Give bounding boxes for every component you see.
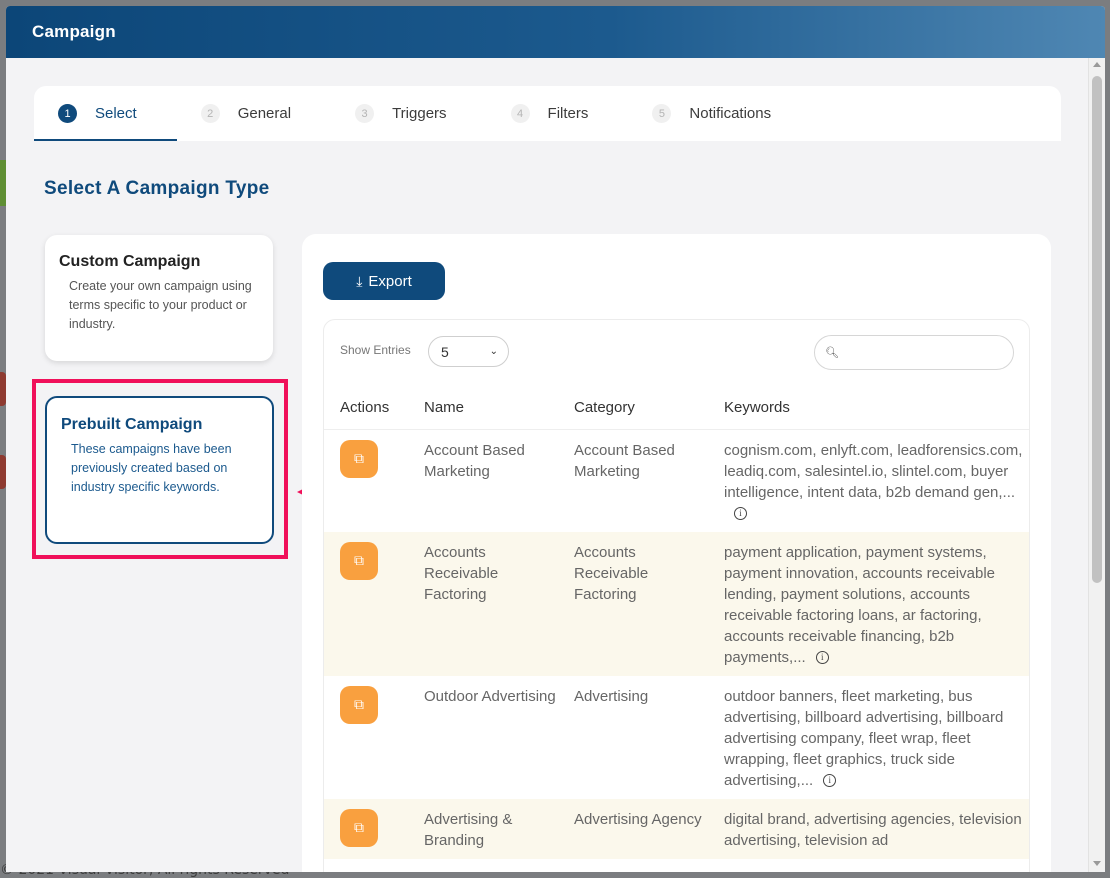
column-header-actions: Actions xyxy=(324,386,408,430)
search-box: 🔍︎ xyxy=(814,335,1014,370)
prebuilt-campaigns-panel: ⤓ Export Show Entries 5 ⌄ 🔍︎ Actions Nam… xyxy=(302,234,1051,872)
column-header-name: Name xyxy=(408,386,558,430)
row-keywords-cell: digital brand, advertising agencies, tel… xyxy=(708,798,1029,859)
step-number: 4 xyxy=(510,104,530,123)
copy-icon[interactable]: ⧉ xyxy=(340,685,378,724)
card-description: Create your own campaign using terms spe… xyxy=(69,279,252,331)
info-icon[interactable]: i xyxy=(815,650,829,664)
scroll-up-arrow-icon[interactable] xyxy=(1093,62,1101,67)
table-row: ⧉ Outdoor Advertising Advertising outdoo… xyxy=(324,676,1029,799)
copy-icon[interactable]: ⧉ xyxy=(340,541,378,580)
table-row: ⧉ Advertising & Branding Advertising Age… xyxy=(324,798,1029,859)
scrollbar-thumb[interactable] xyxy=(1092,76,1102,583)
annotation-highlight-box xyxy=(32,379,288,559)
step-number: 2 xyxy=(200,104,220,123)
row-category: Advertising Agency xyxy=(558,798,708,859)
step-label: General xyxy=(237,105,292,122)
campaigns-table: Actions Name Category Keywords ⧉ Account… xyxy=(324,386,1029,859)
show-entries-label: Show Entries xyxy=(340,343,411,357)
step-triggers[interactable]: 3 Triggers xyxy=(331,86,486,141)
row-keywords: digital brand, advertising agencies, tel… xyxy=(724,810,1022,849)
row-name: Outdoor Advertising xyxy=(424,687,556,705)
step-general[interactable]: 2 General xyxy=(177,86,331,141)
modal-header: Campaign xyxy=(6,6,1105,58)
step-label: Triggers xyxy=(392,105,447,122)
table-row: ⧉ Accounts Receivable Factoring Accounts… xyxy=(324,531,1029,676)
custom-campaign-card[interactable]: Custom Campaign Create your own campaign… xyxy=(45,235,273,361)
column-header-category: Category xyxy=(558,386,708,430)
copy-icon[interactable]: ⧉ xyxy=(340,439,378,478)
export-label: Export xyxy=(368,272,412,290)
step-label: Filters xyxy=(547,105,589,122)
chevron-down-icon: ⌄ xyxy=(489,346,498,357)
campaign-modal: Campaign 1 Select 2 General 3 Triggers 4… xyxy=(6,6,1105,872)
column-header-keywords: Keywords xyxy=(708,386,1029,430)
step-notifications[interactable]: 5 Notifications xyxy=(628,86,811,141)
campaigns-table-container: Show Entries 5 ⌄ 🔍︎ Actions Name Categor… xyxy=(323,319,1030,872)
row-keywords-cell: cognism.com, enlyft.com, leadforensics.c… xyxy=(708,429,1029,532)
row-name: Advertising & Branding xyxy=(408,798,558,859)
vertical-scrollbar[interactable] xyxy=(1088,58,1105,872)
export-button[interactable]: ⤓ Export xyxy=(323,262,445,300)
step-number: 5 xyxy=(652,104,672,123)
row-keywords: payment application, payment systems, pa… xyxy=(724,543,995,666)
row-keywords-cell: payment application, payment systems, pa… xyxy=(708,531,1029,676)
entries-select[interactable]: 5 ⌄ xyxy=(428,336,509,367)
step-tabs: 1 Select 2 General 3 Triggers 4 Filters … xyxy=(34,86,1061,141)
step-number: 3 xyxy=(355,104,375,123)
modal-title: Campaign xyxy=(32,22,116,41)
row-name: Accounts Receivable Factoring xyxy=(408,531,558,676)
row-category: Account Based Marketing xyxy=(574,441,675,480)
table-header-row: Actions Name Category Keywords xyxy=(324,386,1029,430)
download-icon: ⤓ xyxy=(356,272,363,289)
table-row: ⧉ Account Based Marketing Account Based … xyxy=(324,429,1029,532)
entries-value: 5 xyxy=(441,343,449,360)
step-filters[interactable]: 4 Filters xyxy=(487,86,629,141)
copy-icon[interactable]: ⧉ xyxy=(340,808,378,847)
info-icon[interactable]: i xyxy=(734,506,747,520)
row-name: Account Based Marketing xyxy=(424,441,525,480)
row-keywords: cognism.com, enlyft.com, leadforensics.c… xyxy=(724,441,1023,501)
step-select[interactable]: 1 Select xyxy=(34,86,177,141)
row-keywords: outdoor banners, fleet marketing, bus ad… xyxy=(724,687,1004,789)
card-title: Custom Campaign xyxy=(59,253,201,270)
scroll-down-arrow-icon[interactable] xyxy=(1093,861,1101,866)
section-title: Select A Campaign Type xyxy=(44,178,270,199)
step-number: 1 xyxy=(58,104,77,123)
search-icon: 🔍︎ xyxy=(825,346,839,359)
info-icon[interactable]: i xyxy=(823,773,837,787)
step-label: Select xyxy=(95,105,137,122)
step-label: Notifications xyxy=(689,105,772,122)
row-category: Advertising xyxy=(574,687,649,705)
row-keywords-cell: outdoor banners, fleet marketing, bus ad… xyxy=(708,676,1029,799)
search-input[interactable] xyxy=(844,345,1005,360)
row-category: Accounts Receivable Factoring xyxy=(558,531,708,676)
